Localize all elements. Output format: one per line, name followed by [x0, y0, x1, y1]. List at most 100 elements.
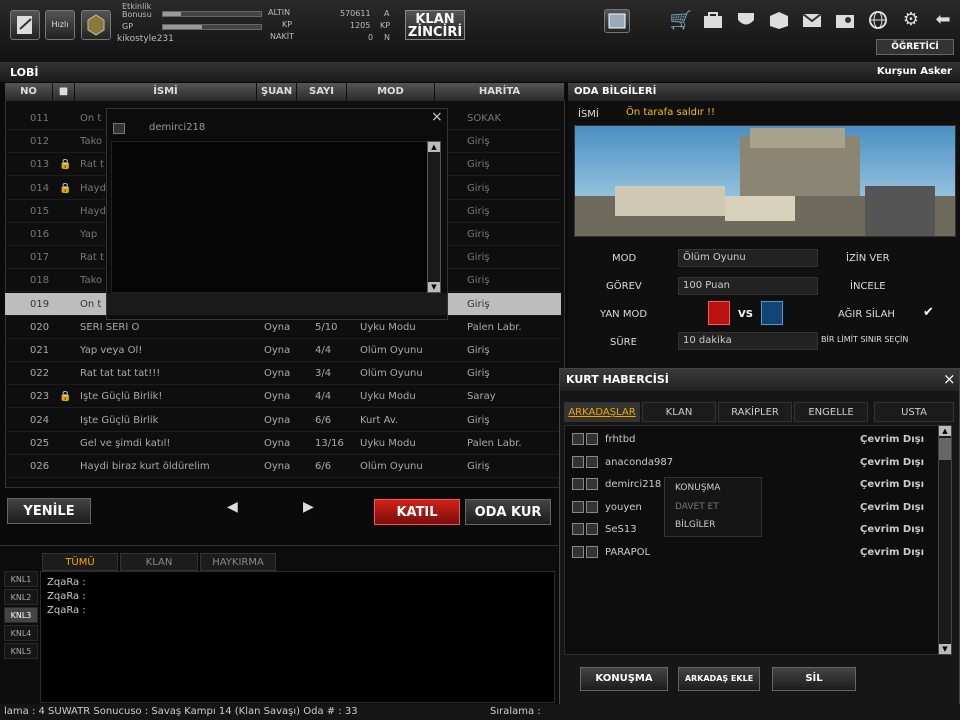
tab-usta[interactable]: USTA [874, 402, 954, 422]
next-page-icon[interactable]: ▶ [303, 499, 314, 515]
col-map[interactable]: HARİTA [435, 83, 565, 101]
channel-knl4[interactable]: KNL4 [4, 625, 38, 641]
table-row[interactable]: 025 Gel ve şimdi katıl! Oyna 13/16 Uyku Modu… [5, 432, 561, 455]
channel-knl1[interactable]: KNL1 [4, 571, 38, 587]
kurt-habercisi-window: KURT HABERCİSİ × ARKADAŞLAR KLAN RAKİPLE… [559, 368, 960, 720]
screenshot-icon[interactable] [604, 9, 630, 33]
red-team-icon[interactable] [708, 301, 730, 325]
user-icon [113, 123, 125, 134]
table-row[interactable]: 023 🔒 İşte Güçlü Birlik! Oyna 4/4 Uyku Modu Sa… [5, 385, 561, 409]
ogretici-button[interactable]: ÖĞRETİCİ [876, 39, 954, 55]
row-no: 018 [30, 275, 50, 287]
friend-status: Çevrim Dışı [860, 524, 925, 535]
briefcase-icon[interactable] [700, 10, 726, 32]
col-count[interactable]: SAYI [297, 83, 347, 101]
sil-button[interactable]: SİL [772, 667, 856, 691]
mod-label: MOD [612, 253, 637, 264]
friend-row[interactable]: frhtbd Çevrim Dışı [570, 429, 940, 451]
row-name: Tako [80, 136, 103, 148]
folder-user-icon[interactable] [832, 10, 858, 32]
friend-list-scrollbar[interactable]: ▲ ▼ [938, 425, 952, 655]
map-preview-image [574, 125, 956, 237]
channel-knl5[interactable]: KNL5 [4, 643, 38, 659]
friend-row[interactable]: PARAPOL Çevrim Dışı [570, 542, 940, 564]
tab-klan[interactable]: KLAN [642, 402, 716, 422]
friend-row[interactable]: SeS13 Çevrim Dışı [570, 519, 940, 541]
kp-label: KP [282, 20, 293, 29]
col-no[interactable]: NO [5, 83, 53, 101]
yan-mod-label: YAN MOD [600, 309, 648, 320]
popup-scrollbar[interactable]: ▲ ▼ [427, 141, 441, 293]
row-name: İşte Güçlü Birlik [80, 414, 159, 426]
chat-tab-klan[interactable]: KLAN [120, 553, 198, 571]
row-map: Giriş [467, 159, 490, 171]
row-name: Hayd [80, 205, 106, 217]
col-mode[interactable]: MOD [347, 83, 435, 101]
notepad-icon[interactable] [10, 10, 40, 40]
arkadas-ekle-button[interactable]: ARKADAŞ EKLE [678, 667, 760, 691]
konusma-button[interactable]: KONUŞMA [580, 667, 668, 691]
row-map: Giriş [467, 461, 490, 472]
row-no: 015 [30, 205, 50, 217]
chat-tab-tumu[interactable]: TÜMÜ [42, 553, 118, 571]
channel-knl3[interactable]: KNL3 [4, 607, 38, 623]
tab-engelle[interactable]: ENGELLE [794, 402, 868, 422]
chat-message: ZqaRa : [47, 605, 86, 616]
row-name: Gel ve şimdi katıl! [80, 437, 171, 449]
popup-close-icon[interactable]: × [431, 109, 443, 125]
back-arrow-icon[interactable]: ⬅ [930, 9, 956, 31]
table-row[interactable]: 026 Haydi biraz kurt öldürelim Oyna 6/6 Ölüm… [5, 455, 561, 478]
friend-row[interactable]: youyen Çevrim Dışı [570, 497, 940, 519]
friend-row[interactable]: anaconda987 Çevrim Dışı [570, 452, 940, 474]
col-lock[interactable]: ■ [53, 83, 75, 101]
table-row[interactable]: 022 Rat tat tat tat!!! Oyna 3/4 Ölüm Oyunu Gi… [5, 362, 561, 386]
blue-team-icon[interactable] [761, 301, 783, 325]
tab-arkadaslar[interactable]: ARKADAŞLAR [564, 402, 640, 422]
news-ticker: lama : 4 SUWATR Sonucuso : Savaş Kampı 1… [0, 704, 960, 720]
yenile-button[interactable]: YENİLE [7, 498, 91, 524]
chat-tab-haykirma[interactable]: HAYKIRMA [200, 553, 276, 571]
nakit-label: NAKİT [270, 32, 294, 41]
friend-status-icon [572, 433, 584, 445]
col-name[interactable]: İSMİ [75, 83, 257, 101]
user-popup: demirci218 × ▲ ▼ [106, 108, 448, 320]
sure-value[interactable]: 10 dakika [678, 332, 818, 350]
kurt-close-icon[interactable]: × [943, 370, 956, 388]
row-no: 011 [30, 113, 50, 124]
globe-icon[interactable] [865, 10, 891, 32]
table-row[interactable]: 024 İşte Güçlü Birlik Oyna 6/6 Kurt Av. Giriş [5, 409, 561, 432]
shield-icon[interactable] [733, 10, 759, 32]
friend-row[interactable]: demirci218 Çevrim Dışı [570, 474, 940, 496]
agir-silah-check-icon[interactable]: ✔ [923, 305, 934, 320]
row-map: Giriş [467, 345, 490, 356]
oda-kur-button[interactable]: ODA KUR [465, 499, 551, 525]
box-icon[interactable] [766, 10, 792, 32]
channel-knl2[interactable]: KNL2 [4, 589, 38, 605]
row-state: Oyna [264, 345, 291, 356]
prev-page-icon[interactable]: ◀ [227, 499, 238, 515]
username: kikostyle231 [117, 34, 174, 44]
table-row[interactable]: 021 Yap veya Ol! Oyna 4/4 Ölüm Oyunu Giriş [5, 339, 561, 362]
mod-value[interactable]: Ölüm Oyunu [678, 249, 818, 267]
gorev-value[interactable]: 100 Puan [678, 277, 818, 295]
izin-ver-label[interactable]: İZİN VER [846, 253, 890, 264]
tab-rakipler[interactable]: RAKİPLER [718, 402, 792, 422]
row-map: Giriş [467, 298, 490, 310]
row-name: SERİ SERİ O [80, 321, 140, 333]
level-badge[interactable]: Hızlı [45, 10, 75, 40]
row-no: 025 [30, 437, 50, 449]
incele-label[interactable]: İNCELE [850, 281, 886, 292]
rank-emblem-icon[interactable] [81, 10, 111, 40]
oda-bilgileri-panel: ODA BİLGİLERİ İSMİ Ön tarafa saldır !! M… [568, 83, 960, 371]
popup-username: demirci218 [149, 122, 206, 133]
klan-zinciri-button[interactable]: KLAN ZİNCİRİ [405, 10, 465, 40]
col-state[interactable]: ŞUAN [257, 83, 297, 101]
kurt-title: KURT HABERCİSİ [566, 373, 669, 386]
agir-silah-label[interactable]: AĞIR SİLAH [838, 309, 895, 320]
katil-button[interactable]: KATIL [374, 499, 460, 525]
row-map: Saray [467, 391, 496, 403]
settings-gear-icon[interactable]: ⚙ [898, 9, 924, 31]
mail-icon[interactable] [799, 10, 825, 32]
friend-name: anaconda987 [605, 456, 674, 468]
cart-icon[interactable]: 🛒 [668, 10, 694, 32]
